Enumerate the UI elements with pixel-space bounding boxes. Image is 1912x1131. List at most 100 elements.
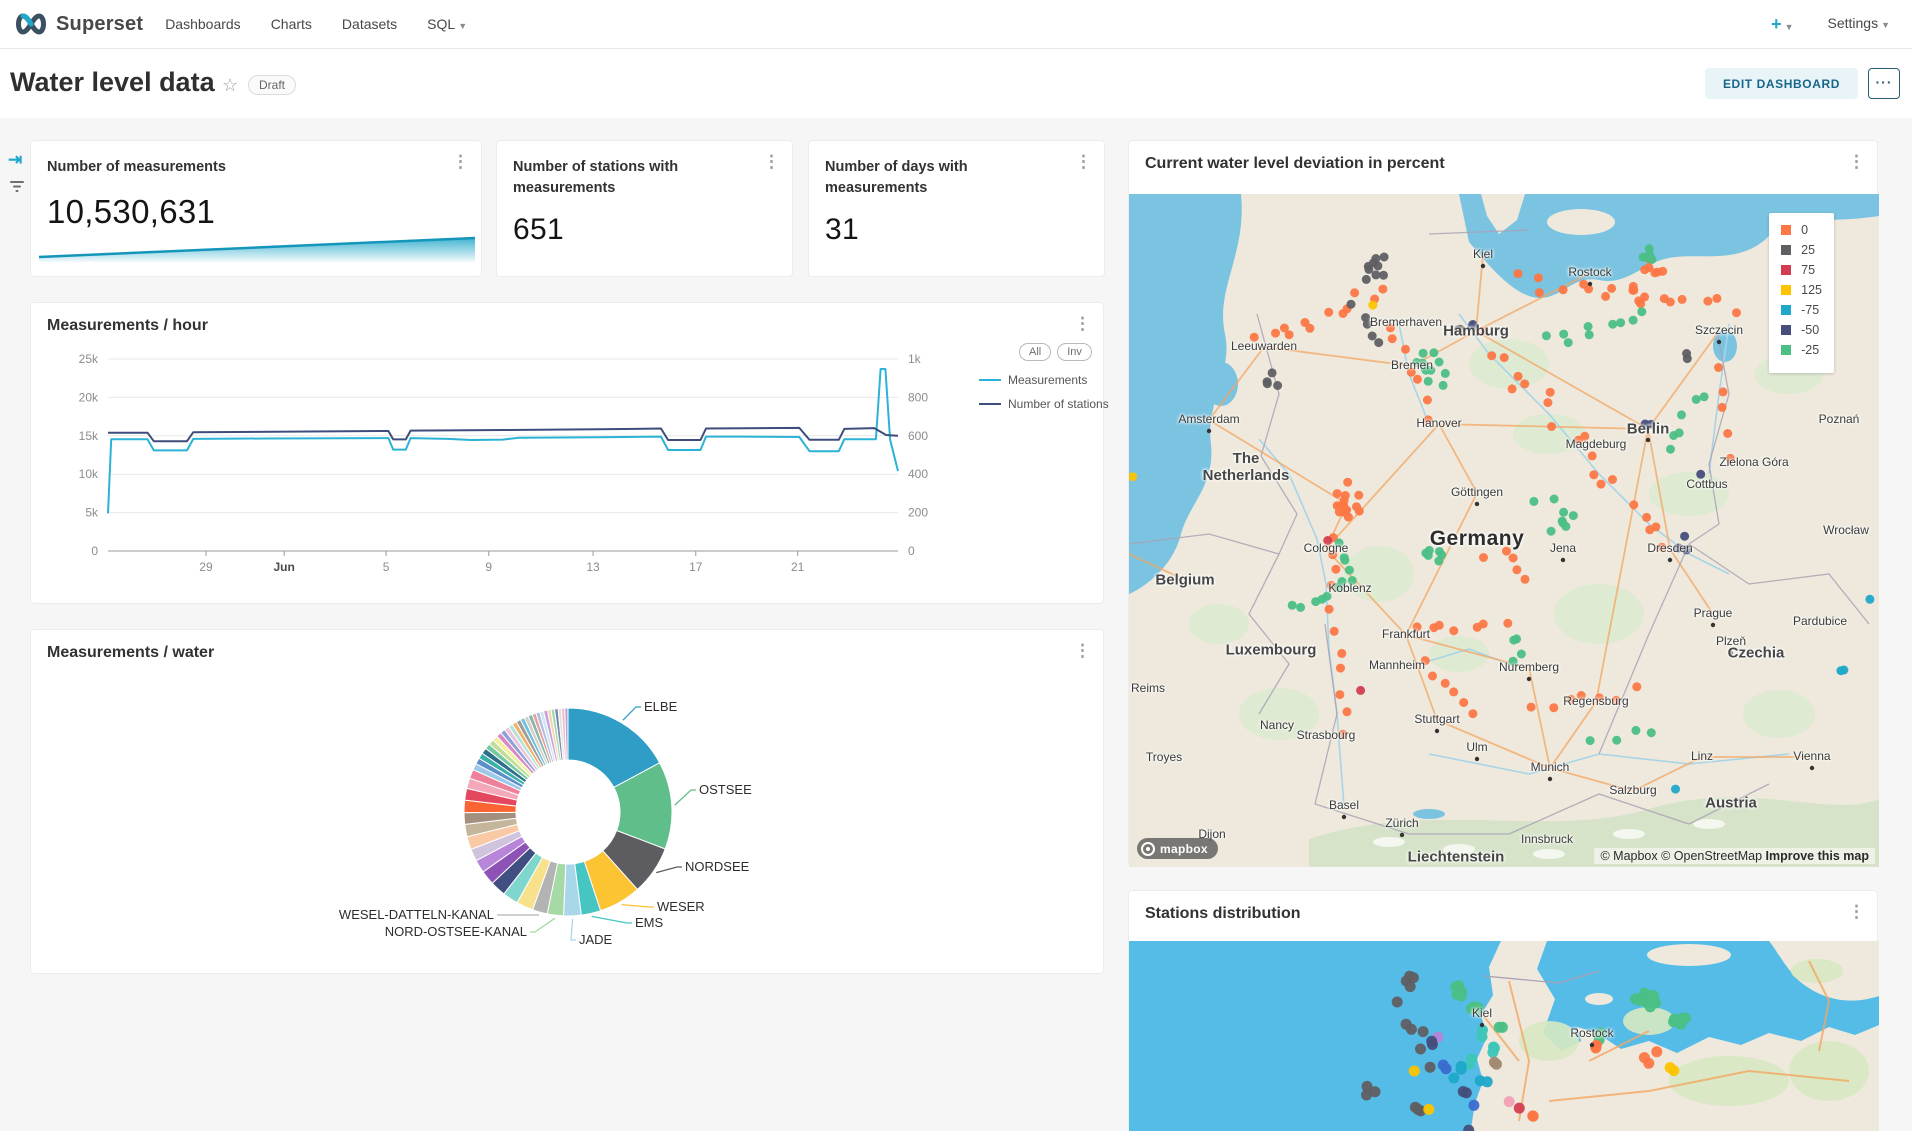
svg-text:21: 21 (791, 560, 805, 574)
map-canvas (1129, 194, 1879, 867)
legend-swatch (1781, 305, 1791, 315)
svg-text:NORDSEE: NORDSEE (685, 859, 750, 874)
legend-value: -25 (1801, 343, 1819, 357)
donut-chart: ELBE OSTSEE NORDSEE WESEREMS JADE NORD-OSTSEE… (31, 630, 1105, 975)
main-nav: Dashboards Charts Datasets SQL▼ (165, 16, 467, 32)
map-attribution: © Mapbox © OpenStreetMap Improve this ma… (1594, 848, 1875, 864)
legend-swatch (1781, 245, 1791, 255)
chevron-down-icon: ▼ (1785, 22, 1794, 32)
legend-value: -75 (1801, 303, 1819, 317)
svg-text:EMS: EMS (635, 915, 664, 930)
nav-item-datasets[interactable]: Datasets (342, 16, 397, 32)
chart-title: Current water level deviation in percent (1145, 155, 1445, 173)
kebab-menu-icon[interactable]: ⋮ (1848, 153, 1865, 170)
svg-text:200: 200 (908, 506, 928, 520)
chart-title: Stations distribution (1145, 905, 1301, 923)
map-canvas (1129, 941, 1879, 1131)
brand-name: Superset (56, 13, 143, 36)
legend-swatch (1781, 325, 1791, 335)
map-legend-item: -50 (1781, 323, 1822, 337)
map-legend-item: 25 (1781, 243, 1822, 257)
kebab-menu-icon[interactable]: ⋮ (1848, 903, 1865, 920)
svg-text:WESER: WESER (657, 899, 705, 914)
svg-text:Jun: Jun (273, 560, 294, 574)
svg-text:20k: 20k (79, 390, 99, 404)
new-item-button[interactable]: +▼ (1771, 14, 1793, 35)
kpi-value: 651 (513, 213, 564, 247)
nav-item-charts[interactable]: Charts (271, 16, 312, 32)
legend-swatch (1781, 225, 1791, 235)
kebab-menu-icon[interactable]: ⋮ (763, 153, 780, 170)
nav-item-dashboards[interactable]: Dashboards (165, 16, 241, 32)
stations-map-card: Stations distribution ⋮ KielRostock (1128, 890, 1878, 1130)
svg-text:5k: 5k (85, 506, 99, 520)
svg-text:15k: 15k (79, 429, 99, 443)
line-chart: 25k 1k 20k 800 15k 600 10k 400 5k 200 0 0 29 Jun 5 9 13 1… (31, 303, 1105, 605)
svg-text:NORD-OSTSEE-KANAL: NORD-OSTSEE-KANAL (385, 924, 527, 939)
edit-dashboard-button[interactable]: EDIT DASHBOARD (1705, 68, 1858, 99)
svg-text:0: 0 (908, 544, 915, 558)
dashboard-header: Water level data ☆ Draft EDIT DASHBOARD … (0, 49, 1912, 118)
infinity-logo-icon (14, 13, 48, 35)
nav-item-sql[interactable]: SQL▼ (427, 16, 467, 32)
svg-text:17: 17 (689, 560, 703, 574)
svg-text:600: 600 (908, 429, 928, 443)
kpi-title: Number of days with measurements (825, 157, 1055, 199)
map-legend-item: -75 (1781, 303, 1822, 317)
svg-text:0: 0 (91, 544, 98, 558)
stations-map[interactable]: KielRostock (1129, 941, 1879, 1131)
svg-text:5: 5 (383, 560, 390, 574)
svg-text:WESEL-DATTELN-KANAL: WESEL-DATTELN-KANAL (339, 907, 494, 922)
legend-swatch (1781, 345, 1791, 355)
svg-text:400: 400 (908, 467, 928, 481)
legend-value: 125 (1801, 283, 1822, 297)
deviation-map-card: Current water level deviation in percent… (1128, 140, 1878, 866)
settings-menu[interactable]: Settings▼ (1827, 15, 1890, 33)
donut-chart-card: Measurements / water ⋮ ELBEOSTSEENORDSEE… (30, 629, 1104, 974)
kebab-menu-icon[interactable]: ⋮ (452, 153, 469, 170)
mapbox-icon (1141, 842, 1155, 856)
svg-text:ELBE: ELBE (644, 699, 678, 714)
legend-value: 25 (1801, 243, 1815, 257)
superset-logo[interactable]: Superset (14, 13, 143, 36)
kpi-card-days: Number of days with measurements ⋮ 31 (808, 140, 1105, 277)
more-options-button[interactable]: ··· (1868, 68, 1900, 99)
kpi-value: 31 (825, 213, 859, 247)
kpi-card-measurements: Number of measurements ⋮ 10,530,631 (30, 140, 482, 277)
svg-text:800: 800 (908, 390, 928, 404)
map-legend: 0 25 75 125 -75 -50 -25 (1769, 213, 1834, 373)
chevron-down-icon: ▼ (458, 21, 467, 31)
line-chart-card: Measurements / hour ⋮ All Inv Measuremen… (30, 302, 1104, 604)
kpi-value: 10,530,631 (47, 193, 215, 231)
svg-text:10k: 10k (79, 467, 99, 481)
map-legend-item: 0 (1781, 223, 1822, 237)
filter-icon[interactable] (9, 180, 25, 199)
legend-value: 0 (1801, 223, 1808, 237)
expand-filters-icon[interactable]: ⇥ (8, 150, 22, 170)
kpi-card-stations: Number of stations with measurements ⋮ 6… (496, 140, 793, 277)
map-legend-item: -25 (1781, 343, 1822, 357)
kebab-menu-icon[interactable]: ⋮ (1075, 153, 1092, 170)
svg-text:1k: 1k (908, 352, 922, 366)
top-navbar: Superset Dashboards Charts Datasets SQL▼ +▼… (0, 0, 1912, 49)
legend-swatch (1781, 265, 1791, 275)
legend-value: 75 (1801, 263, 1815, 277)
chevron-down-icon: ▼ (1881, 20, 1890, 30)
kpi-title: Number of stations with measurements (513, 157, 743, 199)
page-title: Water level data (10, 67, 215, 98)
svg-text:25k: 25k (79, 352, 99, 366)
map-legend-item: 125 (1781, 283, 1822, 297)
mapbox-logo[interactable]: mapbox (1137, 838, 1218, 859)
svg-text:13: 13 (586, 560, 600, 574)
favorite-star-icon[interactable]: ☆ (222, 75, 238, 96)
svg-text:OSTSEE: OSTSEE (699, 782, 752, 797)
kpi-title: Number of measurements (47, 157, 347, 178)
svg-text:9: 9 (485, 560, 492, 574)
deviation-map[interactable]: LeeuwardenAmsterdamThe NetherlandsBremer… (1129, 194, 1879, 867)
legend-swatch (1781, 285, 1791, 295)
svg-text:JADE: JADE (579, 932, 613, 947)
legend-value: -50 (1801, 323, 1819, 337)
status-badge: Draft (248, 75, 296, 95)
improve-map-link[interactable]: Improve this map (1766, 849, 1870, 863)
svg-text:29: 29 (199, 560, 213, 574)
